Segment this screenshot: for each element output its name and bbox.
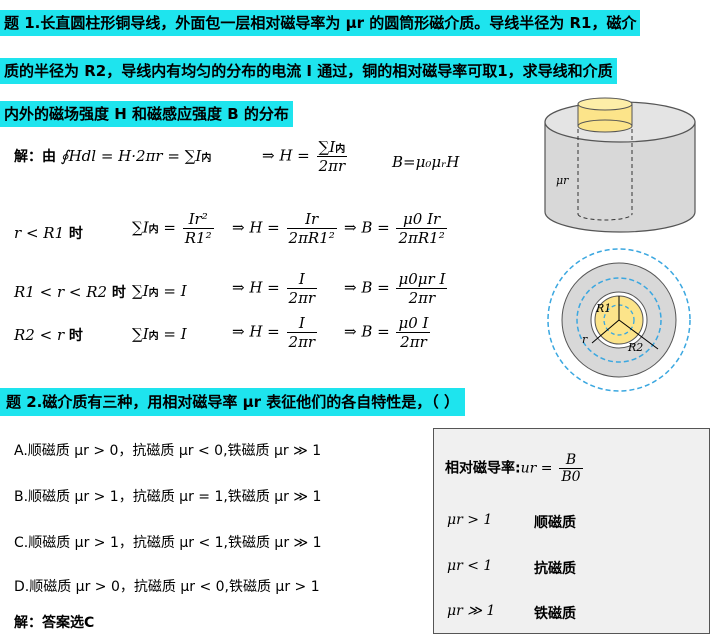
row1-sum-den: R1² — [184, 229, 212, 247]
sub-inside: 内 — [148, 224, 159, 236]
row3-B-num: μ0 I — [396, 314, 431, 333]
row2-B-num: μ0μr I — [396, 270, 448, 289]
row1-word: 时 — [68, 226, 83, 242]
row1-H-num: Ir — [286, 210, 337, 229]
row3-condition: R2 < r 时 — [14, 325, 83, 345]
row2-word: 时 — [111, 285, 126, 301]
answer-line: 解：答案选C — [14, 615, 95, 631]
sub-inside: 内 — [148, 331, 159, 342]
sub-inside: 内 — [148, 288, 159, 299]
H-arrow: ⇒ H = — [262, 146, 310, 165]
box-formula-frac: B B0 — [559, 452, 583, 485]
box-row-1-name: 顺磁质 — [534, 515, 576, 531]
box-row-1-cond: μr > 1 — [447, 512, 493, 528]
cross-section-figure: R1 r R2 — [547, 248, 691, 392]
question-1-line-1: 题 1.长直圆柱形铜导线，外面包一层相对磁导率为 μr 的圆筒形磁介质。导线半径… — [0, 10, 641, 36]
copper-core-top — [577, 97, 633, 111]
row1-B-num: μ0 Ir — [396, 210, 447, 229]
option-b[interactable]: B.顺磁质 μr > 1，抗磁质 μr = 1,铁磁质 μr ≫ 1 — [14, 486, 321, 506]
row1-cond-text: r < R1 — [14, 224, 65, 242]
box-row-3-cond: μr ≫ 1 — [447, 603, 496, 619]
box-formula-lhs: ur = — [520, 460, 553, 477]
row2-sum: ∑I内 = I — [132, 282, 187, 300]
row2-B: ⇒ B = μ0μr I 2πr — [344, 270, 448, 307]
box-row-3-name: 铁磁质 — [534, 606, 576, 622]
row1-condition: r < R1 时 — [14, 223, 83, 243]
row3-B-den: 2πr — [400, 333, 427, 351]
ampere-law-line: 解：由 ∮Hdl = H·2πr = ∑I内 — [14, 146, 211, 166]
box-formula-label: 相对磁导率: — [445, 460, 521, 477]
row1-B-frac: μ0 Ir 2πR1² — [396, 210, 447, 247]
box-formula: 相对磁导率:ur = B B0 — [445, 452, 585, 485]
row2-B-den: 2πr — [408, 289, 436, 307]
option-d[interactable]: D.顺磁质 μr > 0，抗磁质 μr < 0,铁磁质 μr > 1 — [14, 576, 320, 596]
row3-B: ⇒ B = μ0 I 2πr — [344, 314, 431, 351]
option-a[interactable]: A.顺磁质 μr > 0，抗磁质 μr < 0,铁磁质 μr ≫ 1 — [14, 440, 321, 460]
R2-label: R2 — [627, 341, 643, 354]
H-general: ⇒ H = ∑I内 2πr — [262, 138, 349, 175]
row2-H-den: 2πr — [288, 289, 316, 307]
ampere-integral: ∮Hdl = H·2πr = ∑I — [60, 147, 202, 165]
row3-H-den: 2πr — [288, 333, 316, 351]
option-c[interactable]: C.顺磁质 μr > 1，抗磁质 μr < 1,铁磁质 μr ≫ 1 — [14, 532, 322, 552]
cylinder-figure: μr — [544, 97, 696, 233]
row3-sum: ∑I内 = I — [132, 325, 187, 343]
row3-H: ⇒ H = I 2πr — [232, 314, 318, 351]
row2-H-num: I — [286, 270, 318, 289]
row1-sum-num: Ir² — [182, 210, 214, 229]
row2-H: ⇒ H = I 2πr — [232, 270, 318, 307]
box-formula-num: B — [559, 452, 583, 469]
box-row-2-cond: μr < 1 — [447, 558, 493, 574]
row3-sum-rhs: = I — [163, 325, 187, 343]
mu-label: μr — [556, 174, 569, 187]
row2-H-frac: I 2πr — [286, 270, 318, 307]
row3-cond-text: R2 < r — [14, 326, 65, 344]
row3-B-frac: μ0 I 2πr — [396, 314, 431, 351]
row2-sum-rhs: = I — [163, 282, 187, 300]
row1-sum-frac: Ir² R1² — [182, 210, 214, 247]
row1-B: ⇒ B = μ0 Ir 2πR1² — [344, 210, 447, 247]
solution-label: 解：由 — [14, 149, 56, 165]
row1-B-den: 2πR1² — [398, 229, 445, 247]
box-row-2: μr < 1 — [447, 558, 492, 574]
row3-H-frac: I 2πr — [286, 314, 318, 351]
box-formula-den: B0 — [561, 469, 581, 485]
box-row-2-name: 抗磁质 — [534, 561, 576, 577]
H-denominator: 2πr — [318, 157, 346, 175]
row3-sum-sign: ∑I — [132, 325, 149, 343]
row1-H-frac: Ir 2πR1² — [286, 210, 337, 247]
row2-B-frac: μ0μr I 2πr — [396, 270, 448, 307]
sub-inside: 内 — [201, 153, 212, 164]
copper-core-bottom — [577, 119, 633, 133]
row1-sum-sign: ∑I — [132, 218, 149, 237]
row1-H-den: 2πR1² — [288, 229, 335, 247]
box-row-1: μr > 1 — [447, 512, 492, 528]
sub-inside: 内 — [335, 144, 346, 155]
question-1-line-2: 质的半径为 R2，导线内有均匀的分布的电流 I 通过，铜的相对磁导率可取1，求导… — [0, 58, 617, 84]
R1-label: R1 — [595, 302, 611, 315]
row2-sum-sign: ∑I — [132, 282, 149, 300]
B-relation: B=μ₀μᵣH — [392, 153, 460, 171]
H-numerator: ∑I — [318, 138, 336, 156]
box-row-3: μr ≫ 1 — [447, 603, 495, 619]
row1-sum: ∑I内 = Ir² R1² — [132, 210, 214, 247]
row3-word: 时 — [68, 328, 83, 344]
question-1-line-3: 内外的磁场强度 H 和磁感应强度 B 的分布 — [0, 101, 293, 127]
H-fraction: ∑I内 2πr — [316, 138, 348, 175]
row2-condition: R1 < r < R2 时 — [14, 282, 126, 302]
row1-H: ⇒ H = Ir 2πR1² — [232, 210, 337, 247]
row2-cond-text: R1 < r < R2 — [14, 283, 108, 301]
question-2-title: 题 2.磁介质有三种，用相对磁导率 μr 表征他们的各自特性是，（ ） — [0, 388, 465, 416]
r-label: r — [582, 333, 588, 346]
row3-H-num: I — [286, 314, 318, 333]
